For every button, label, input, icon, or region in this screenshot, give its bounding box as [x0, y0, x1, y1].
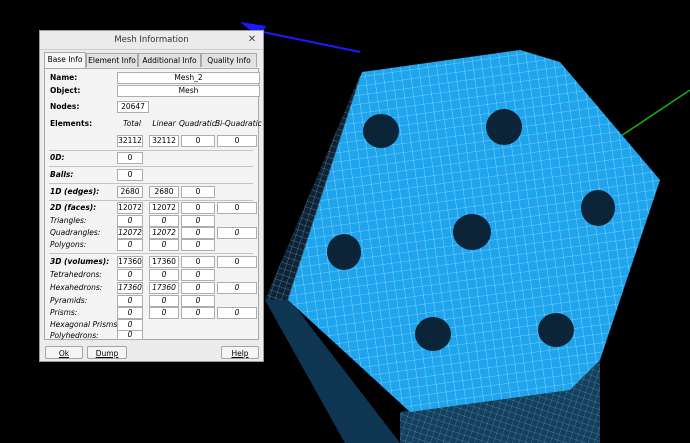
- separator: [49, 183, 253, 184]
- edges-quadratic: 0: [181, 186, 215, 198]
- tab-quality-info[interactable]: Quality Info: [201, 53, 257, 67]
- dump-button[interactable]: Dump: [87, 346, 127, 359]
- triangles-quadratic: 0: [181, 215, 215, 227]
- polygons-label: Polygons:: [50, 240, 87, 249]
- tetrahedrons-quadratic: 0: [181, 269, 215, 281]
- balls-value: 0: [117, 169, 143, 181]
- column-header-linear: Linear: [152, 119, 176, 128]
- dialog-title: Mesh Information: [114, 35, 189, 45]
- mesh-information-dialog: Mesh Information ✕ Base Info Element Inf…: [39, 30, 264, 362]
- separator: [49, 200, 253, 201]
- separator: [49, 150, 253, 151]
- hexagonal-prisms-label: Hexagonal Prisms:: [50, 320, 120, 329]
- quadrangles-label: Quadrangles:: [50, 228, 101, 237]
- tab-element-info[interactable]: Element Info: [86, 53, 138, 67]
- nodes-label: Nodes:: [50, 102, 80, 111]
- tetrahedrons-linear: 0: [149, 269, 179, 281]
- tab-base-info[interactable]: Base Info: [44, 52, 86, 68]
- ok-button[interactable]: Ok: [45, 346, 83, 359]
- zero-d-label: 0D:: [50, 153, 65, 162]
- object-label: Object:: [50, 86, 81, 95]
- quadrangles-linear: 12072: [149, 227, 179, 239]
- prisms-bi-quadratic: 0: [217, 307, 257, 319]
- axis-green-line: [614, 89, 690, 141]
- edges-linear: 2680: [149, 186, 179, 198]
- elements-quadratic: 0: [181, 135, 215, 147]
- hexahedrons-quadratic: 0: [181, 282, 215, 294]
- edges-total: 2680: [117, 186, 143, 198]
- pyramids-total: 0: [117, 295, 143, 307]
- polygons-total: 0: [117, 239, 143, 251]
- hexahedrons-total: 17360: [117, 282, 143, 294]
- elements-linear: 32112: [149, 135, 179, 147]
- quadrangles-quadratic: 0: [181, 227, 215, 239]
- help-button[interactable]: Help: [221, 346, 259, 359]
- prisms-linear: 0: [149, 307, 179, 319]
- pyramids-linear: 0: [149, 295, 179, 307]
- pyramids-quadratic: 0: [181, 295, 215, 307]
- triangles-linear: 0: [149, 215, 179, 227]
- hexahedrons-linear: 17360: [149, 282, 179, 294]
- tetrahedrons-total: 0: [117, 269, 143, 281]
- dialog-titlebar[interactable]: Mesh Information ✕: [40, 31, 263, 50]
- column-header-total: Total: [123, 119, 141, 128]
- triangles-label: Triangles:: [50, 216, 87, 225]
- quadrangles-total: 12072: [117, 227, 143, 239]
- column-header-quadratic: Quadratic: [179, 119, 216, 128]
- balls-label: Balls:: [50, 170, 74, 179]
- quadrangles-bi-quadratic: 0: [217, 227, 257, 239]
- triangles-total: 0: [117, 215, 143, 227]
- volumes-label: 3D (volumes):: [50, 257, 110, 266]
- volumes-quadratic: 0: [181, 256, 215, 268]
- elements-total: 32112: [117, 135, 143, 147]
- hexahedrons-bi-quadratic: 0: [217, 282, 257, 294]
- polyhedrons-label: Polyhedrons:: [50, 331, 99, 340]
- base-info-panel: Name: Mesh_2 Object: Mesh Nodes: 20647 E…: [44, 68, 262, 340]
- tab-additional-info[interactable]: Additional Info: [138, 53, 201, 67]
- separator: [49, 253, 253, 254]
- axis-blue-line: [257, 30, 361, 53]
- polygons-linear: 0: [149, 239, 179, 251]
- prisms-label: Prisms:: [50, 308, 78, 317]
- volumes-bi-quadratic: 0: [217, 256, 257, 268]
- prisms-total: 0: [117, 307, 143, 319]
- volumes-total: 17360: [117, 256, 143, 268]
- object-field: Mesh: [117, 85, 260, 97]
- faces-quadratic: 0: [181, 202, 215, 214]
- polyhedrons-total: 0: [117, 330, 143, 340]
- nodes-value: 20647: [117, 101, 149, 113]
- prisms-quadratic: 0: [181, 307, 215, 319]
- column-header-bi-quadratic: Bi-Quadratic: [215, 119, 262, 128]
- tetrahedrons-label: Tetrahedrons:: [50, 270, 102, 279]
- name-field: Mesh_2: [117, 72, 260, 84]
- pyramids-label: Pyramids:: [50, 296, 88, 305]
- elements-bi-quadratic: 0: [217, 135, 257, 147]
- edges-label: 1D (edges):: [50, 187, 100, 196]
- volumes-linear: 17360: [149, 256, 179, 268]
- name-label: Name:: [50, 73, 78, 82]
- faces-linear: 12072: [149, 202, 179, 214]
- faces-label: 2D (faces):: [50, 203, 97, 212]
- close-icon[interactable]: ✕: [246, 34, 258, 46]
- faces-bi-quadratic: 0: [217, 202, 257, 214]
- zero-d-value: 0: [117, 152, 143, 164]
- elements-label: Elements:: [50, 119, 93, 128]
- faces-total: 12072: [117, 202, 143, 214]
- polygons-quadratic: 0: [181, 239, 215, 251]
- hexahedrons-label: Hexahedrons:: [50, 283, 103, 292]
- separator: [49, 166, 253, 167]
